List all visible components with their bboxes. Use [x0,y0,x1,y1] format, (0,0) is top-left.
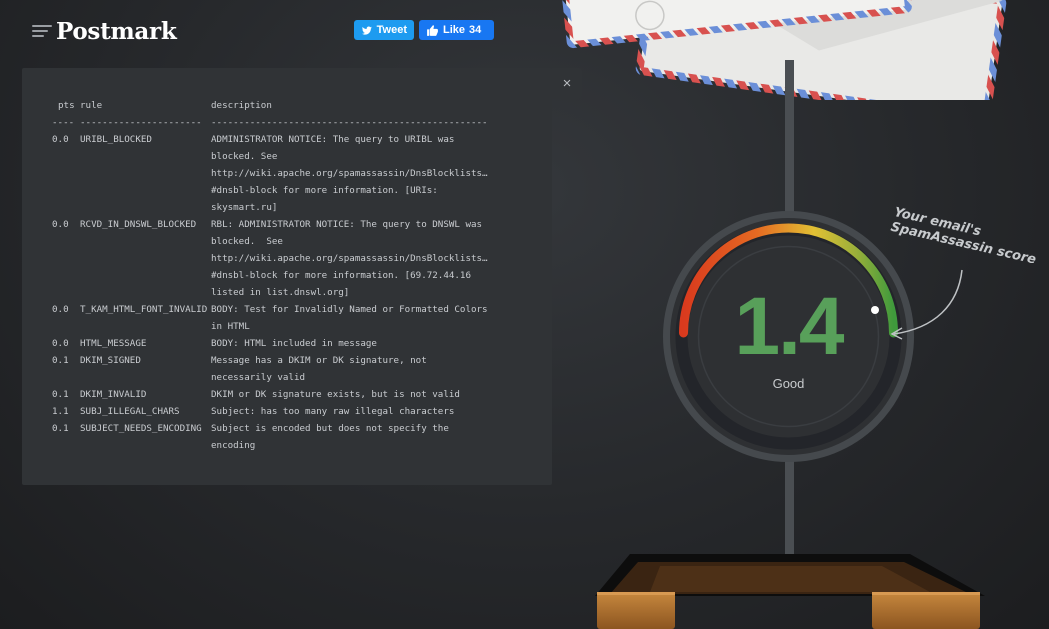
row-rule: DKIM_INVALID [80,389,147,400]
share-buttons: Tweet Like 34 [354,20,494,40]
row-description-line: #dnsbl-block for more information. [URIs… [211,185,438,196]
row-rule: DKIM_SIGNED [80,355,141,366]
inbox-tray-icon [595,554,985,629]
row-pts: 0.0 [52,304,69,315]
row-description-line: Subject: has too many raw illegal charac… [211,406,455,417]
row-description-line: in HTML [211,321,250,332]
pole-bottom [785,455,794,555]
row-description-line: blocked. See [211,236,283,247]
row-description-line: DKIM or DK signature exists, but is not … [211,389,460,400]
tweet-label: Tweet [376,24,407,36]
row-pts: 0.1 [52,423,69,434]
header-description: description [211,100,272,111]
twitter-bird-icon [361,26,372,35]
close-icon[interactable]: × [560,76,574,91]
separator-pts: ---- [52,117,75,128]
row-description-line: RBL: ADMINISTRATOR NOTICE: The query to … [211,219,483,230]
row-rule: SUBJ_ILLEGAL_CHARS [80,406,180,417]
row-pts: 0.1 [52,389,69,400]
annotation-arrow-icon [890,269,963,340]
row-rule: T_KAM_HTML_FONT_INVALID [80,304,208,315]
header-rule: rule [80,100,103,111]
row-description-line: encoding [211,440,256,451]
pole-top [785,60,794,220]
like-count: 34 [469,24,482,36]
row-pts: 0.0 [52,338,69,349]
row-rule: HTML_MESSAGE [80,338,147,349]
separator-description: ----------------------------------------… [211,117,488,128]
row-rule: RCVD_IN_DNSWL_BLOCKED [80,219,197,230]
row-rule: SUBJECT_NEEDS_ENCODING [80,423,202,434]
row-description-line: blocked. See [211,151,278,162]
spam-score-label: Good [772,376,805,391]
separator-rule: ---------------------- [80,117,202,128]
tweet-button[interactable]: Tweet [354,20,414,40]
row-pts: 0.0 [52,134,69,145]
row-description-line: Subject is encoded but does not specify … [211,423,449,434]
logo-speed-lines-icon [32,21,54,41]
header-pts: pts [58,100,75,111]
row-description-line: necessarily valid [211,372,306,383]
row-description-line: ADMINISTRATOR NOTICE: The query to URIBL… [211,134,455,145]
row-rule: URIBL_BLOCKED [80,134,152,145]
row-description-line: http://wiki.apache.org/spamassassin/DnsB… [211,253,488,264]
row-description-line: #dnsbl-block for more information. [69.7… [211,270,471,281]
row-pts: 0.0 [52,219,69,230]
row-description-line: skysmart.ru] [211,202,278,213]
logo-text: Postmark [56,17,177,45]
like-label: Like [443,24,466,36]
row-description-line: BODY: HTML included in message [211,338,377,349]
row-description-line: http://wiki.apache.org/spamassassin/DnsB… [211,168,488,179]
row-description-line: BODY: Test for Invalidly Named or Format… [211,304,488,315]
like-button[interactable]: Like 34 [419,20,494,40]
thumbs-up-icon [427,24,438,36]
row-pts: 1.1 [52,406,69,417]
row-description-line: Message has a DKIM or DK signature, not [211,355,427,366]
row-description-line: listed in list.dnswl.org] [211,287,350,298]
row-pts: 0.1 [52,355,69,366]
spam-score-value: 1.4 [734,281,845,372]
postmark-logo[interactable]: Postmark [32,14,177,48]
